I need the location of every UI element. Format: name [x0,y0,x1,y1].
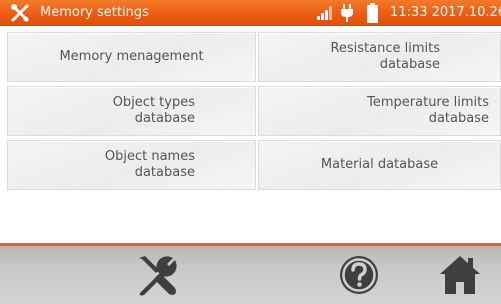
memory-management-label: Memory menagement [59,49,204,64]
object-names-label: Object names database [104,149,195,180]
tools-icon[interactable] [133,252,181,300]
page-title: Memory settings [40,5,149,20]
battery-icon [367,3,378,23]
temperature-limits-database-button[interactable]: Temperature limits database [258,86,501,136]
resistance-limits-label: Resistance limits database [330,41,440,72]
clock: 11:33 2017.10.26 [390,5,501,20]
tools-icon [11,4,29,22]
object-names-database-button[interactable]: Object names database [7,140,256,190]
plug-icon [341,4,353,22]
signal-icon [317,6,332,20]
home-icon[interactable] [438,253,482,297]
object-types-label: Object types database [112,95,195,126]
resistance-limits-database-button[interactable]: Resistance limits database [258,32,501,82]
object-types-database-button[interactable]: Object types database [7,86,256,136]
help-icon[interactable] [338,254,380,296]
status-bar: Memory settings 11:33 2017.10.26 [0,0,501,26]
bottom-toolbar [0,246,501,304]
material-database-label: Material database [320,157,439,172]
memory-management-button[interactable]: Memory menagement [7,32,256,82]
temperature-limits-label: Temperature limits database [367,95,489,126]
material-database-button[interactable]: Material database [258,140,501,190]
